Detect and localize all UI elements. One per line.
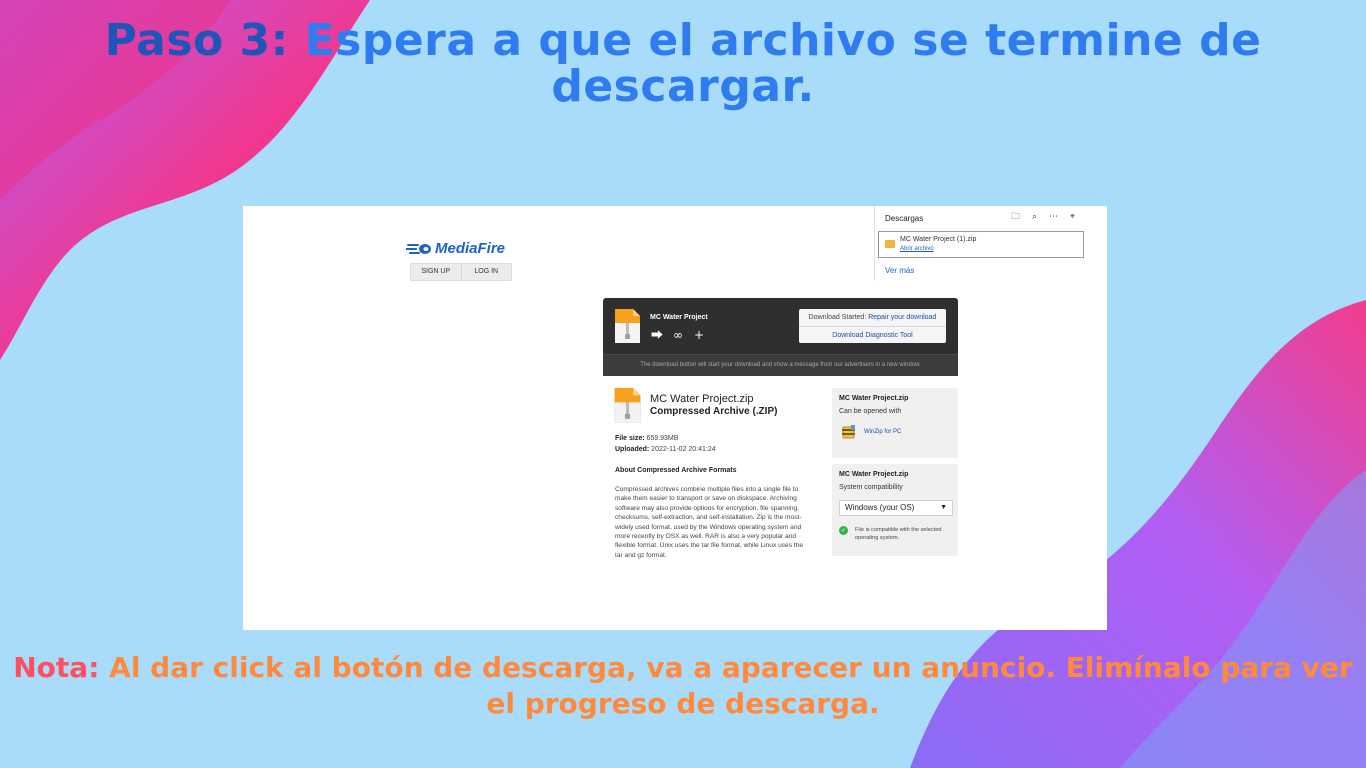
project-name: MC Water Project [650,314,708,321]
headline-text: Espera a que el archivo se termine de de… [288,15,1262,112]
file-uploaded: Uploaded: 2022-11-02 20:41:24 [615,446,716,453]
auth-buttons: SIGN UP LOG IN [410,263,512,281]
page-headline: Paso 3: Espera a que el archivo se termi… [0,18,1366,110]
winzip-link[interactable]: WinZip for PC [841,424,901,440]
os-select[interactable]: Windows (your OS) ▼ [839,500,953,516]
os-select-value: Windows (your OS) [845,503,915,512]
diagnostic-tool-button[interactable]: Download Diagnostic Tool [799,326,946,343]
download-status: Download Started: Repair your download [799,309,946,326]
check-icon: ✓ [839,526,848,535]
winzip-icon [842,425,855,439]
mediafire-logo[interactable]: MediaFire [406,240,505,257]
signup-button[interactable]: SIGN UP [411,264,461,280]
headline-lead: Paso 3: [104,15,289,66]
file-actions: ⮕ ∞ + [650,328,706,342]
file-uploaded-value: 2022-11-02 20:41:24 [649,446,716,453]
zip-folder-icon [885,240,895,248]
file-size-label: File size: [615,435,645,442]
file-name: MC Water Project.zip [650,393,754,405]
file-size: File size: 659.93MB [615,435,678,442]
add-icon[interactable]: + [692,328,706,342]
download-buttons: Download Started: Repair your download D… [799,309,946,343]
repair-download-link[interactable]: Repair your download [868,314,936,321]
file-size-value: 659.93MB [644,435,679,442]
open-with-subtitle: Can be opened with [839,408,902,415]
file-uploaded-label: Uploaded: [615,446,650,453]
winzip-label: WinZip for PC [864,429,902,435]
compatibility-card: MC Water Project.zip System compatibilit… [832,464,958,556]
mediafire-flame-icon [406,243,431,254]
download-hint: The download button will start your down… [603,354,958,376]
link-icon[interactable]: ∞ [671,328,685,342]
compat-message: File is compatible with the selected ope… [855,527,942,541]
downloads-toolbar: 🗀 ⌕ ⋯ ⌖ [1009,211,1079,224]
more-icon[interactable]: ⋯ [1047,211,1060,224]
caret-down-icon: ▼ [940,504,947,511]
file-type: Compressed Archive (.ZIP) [650,406,778,417]
browser-downloads-panel: Descargas 🗀 ⌕ ⋯ ⌖ MC Water Project (1).z… [874,206,1107,281]
page-note: Nota: Al dar click al botón de descarga,… [0,650,1366,722]
see-more-link[interactable]: Ver más [885,266,914,275]
mediafire-wordmark: MediaFire [435,240,506,257]
downloads-title: Descargas [885,214,924,223]
about-title: About Compressed Archive Formats [615,467,737,474]
open-with-card: MC Water Project.zip Can be opened with … [832,388,958,458]
browser-screenshot: MediaFire SIGN UP LOG IN Descargas 🗀 ⌕ ⋯… [243,206,1107,630]
compat-subtitle: System compatibility [839,484,903,491]
folder-icon[interactable]: 🗀 [1009,211,1022,224]
compat-title: MC Water Project.zip [839,471,909,478]
note-lead: Nota: [13,651,100,684]
pin-icon[interactable]: ⌖ [1066,211,1079,224]
zip-file-icon [615,309,640,343]
download-item[interactable]: MC Water Project (1).zip Abrir archivo [878,231,1084,258]
login-button[interactable]: LOG IN [460,264,512,280]
download-item-name: MC Water Project (1).zip [900,236,977,243]
download-status-prefix: Download Started: [808,314,869,321]
search-icon[interactable]: ⌕ [1028,211,1041,224]
download-box: MC Water Project ⮕ ∞ + Download Started:… [603,298,958,376]
note-text: Al dar click al botón de descarga, va a … [99,651,1353,720]
zip-file-icon-large [614,388,641,423]
open-with-title: MC Water Project.zip [839,395,909,402]
open-file-link[interactable]: Abrir archivo [900,246,934,252]
about-text: Compressed archives combine multiple fil… [615,486,804,559]
share-icon[interactable]: ⮕ [650,328,664,342]
